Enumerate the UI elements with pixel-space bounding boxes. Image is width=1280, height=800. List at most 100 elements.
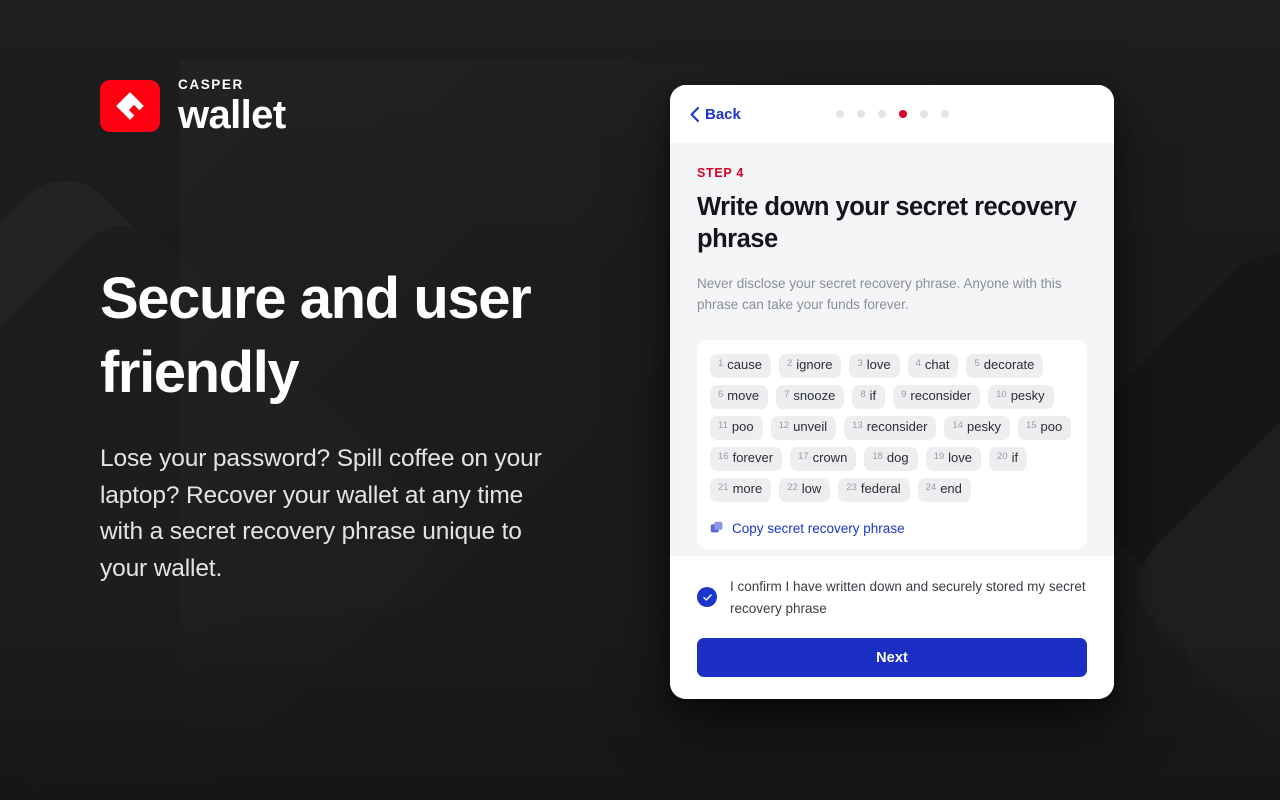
recovery-word-text: chat <box>924 356 950 372</box>
recovery-word-chip: 12 unveil <box>770 415 837 440</box>
recovery-phrase-box: 1 cause 2 ignore 3 love 4 chat 5 decorate 6 move 7 sn… <box>697 339 1087 549</box>
recovery-word-index: 4 <box>915 357 921 369</box>
recovery-word-index: 22 <box>787 481 798 493</box>
confirm-row: I confirm I have written down and secure… <box>697 574 1087 619</box>
copy-icon <box>710 521 723 533</box>
recovery-word-index: 6 <box>718 388 724 400</box>
recovery-word-index: 16 <box>718 450 729 462</box>
card-body: STEP 4 Write down your secret recovery p… <box>670 143 1114 557</box>
onboarding-card: Back STEP 4 Write down your secret recov… <box>670 85 1114 699</box>
recovery-word-index: 3 <box>857 357 863 369</box>
recovery-word-text: crown <box>812 449 848 465</box>
brand-text: CASPER wallet <box>178 78 286 135</box>
recovery-word-chip: 23 federal <box>838 477 910 502</box>
back-button-label: Back <box>705 105 741 123</box>
recovery-word-index: 7 <box>784 388 790 400</box>
recovery-word-chip: 15 poo <box>1017 415 1072 440</box>
recovery-word-chip: 9 reconsider <box>893 384 981 409</box>
confirm-checkbox[interactable] <box>697 587 717 608</box>
recovery-word-chip: 14 pesky <box>944 415 1010 440</box>
recovery-word-index: 21 <box>718 481 729 493</box>
recovery-word-chip: 16 forever <box>710 446 783 471</box>
recovery-word-index: 24 <box>925 481 937 493</box>
recovery-word-text: more <box>732 480 763 496</box>
recovery-word-chip: 8 if <box>852 384 886 409</box>
recovery-word-chip: 11 poo <box>710 415 763 440</box>
card-header: Back <box>670 85 1114 143</box>
recovery-word-index: 2 <box>787 357 793 369</box>
recovery-word-index: 23 <box>846 481 857 493</box>
recovery-word-text: love <box>866 356 891 372</box>
brand-lockup: CASPER wallet <box>100 78 620 135</box>
step-dot-1 <box>835 110 844 118</box>
recovery-word-text: dog <box>886 449 909 465</box>
recovery-word-index: 17 <box>798 450 809 462</box>
recovery-word-index: 1 <box>718 357 724 369</box>
recovery-word-text: reconsider <box>910 387 972 403</box>
recovery-word-chip: 5 decorate <box>966 353 1044 378</box>
recovery-word-chip: 6 move <box>710 384 769 409</box>
next-button[interactable]: Next <box>697 638 1087 677</box>
hero-body-text: Lose your password? Spill coffee on your… <box>100 444 542 583</box>
recovery-word-chip: 10 pesky <box>988 384 1054 409</box>
recovery-word-index: 9 <box>901 388 907 400</box>
copy-phrase-button[interactable]: Copy secret recovery phrase <box>710 521 905 539</box>
card-footer: I confirm I have written down and secure… <box>670 556 1114 699</box>
recovery-word-text: end <box>940 480 962 496</box>
recovery-word-chip: 3 love <box>849 353 900 378</box>
recovery-word-index: 20 <box>997 450 1008 462</box>
recovery-word-text: snooze <box>793 387 836 403</box>
marketing-panel: CASPER wallet Secure and user friendly L… <box>100 78 620 588</box>
recovery-word-text: ignore <box>796 356 833 372</box>
recovery-word-chip: 4 chat <box>907 353 959 378</box>
confirm-label: I confirm I have written down and secure… <box>730 579 1086 616</box>
step-dot-5 <box>919 110 928 118</box>
page-description: Never disclose your secret recovery phra… <box>697 275 1062 312</box>
recovery-word-chip: 17 crown <box>790 446 857 471</box>
recovery-word-index: 14 <box>952 419 963 431</box>
recovery-phrase-word-list: 1 cause 2 ignore 3 love 4 chat 5 decorate 6 move 7 sn… <box>710 353 1074 502</box>
recovery-word-chip: 20 if <box>989 446 1028 471</box>
step-dot-4 <box>898 110 907 118</box>
recovery-word-chip: 1 cause <box>710 353 771 378</box>
recovery-word-chip: 19 love <box>925 446 982 471</box>
recovery-word-index: 12 <box>778 419 790 431</box>
recovery-word-text: decorate <box>983 356 1035 372</box>
recovery-word-index: 10 <box>996 388 1007 400</box>
recovery-word-chip: 22 low <box>779 477 831 502</box>
step-label: STEP 4 <box>697 166 745 180</box>
checkmark-icon <box>702 594 712 601</box>
recovery-word-index: 5 <box>974 357 980 369</box>
step-dot-2 <box>856 110 865 118</box>
recovery-word-index: 19 <box>933 450 945 462</box>
brand-eyebrow: CASPER <box>178 77 244 92</box>
recovery-word-text: reconsider <box>866 418 928 434</box>
recovery-word-text: cause <box>727 356 762 372</box>
recovery-word-text: if <box>1011 449 1019 465</box>
back-button[interactable]: Back <box>690 106 741 123</box>
recovery-word-text: pesky <box>966 418 1001 434</box>
recovery-word-text: forever <box>732 449 774 465</box>
recovery-word-text: move <box>727 387 760 403</box>
chevron-left-icon <box>690 106 699 122</box>
recovery-word-text: love <box>948 449 973 465</box>
brand-name: wallet <box>178 92 286 137</box>
step-dot-6 <box>940 110 949 118</box>
hero-headline: Secure and user friendly <box>100 265 532 405</box>
page-title: Write down your secret recovery phrase <box>697 193 1077 253</box>
recovery-word-chip: 21 more <box>710 477 772 502</box>
recovery-word-index: 18 <box>872 450 883 462</box>
recovery-word-text: poo <box>731 418 754 434</box>
recovery-word-index: 13 <box>852 419 863 431</box>
recovery-word-index: 15 <box>1025 419 1037 431</box>
recovery-word-chip: 18 dog <box>864 446 918 471</box>
recovery-word-text: federal <box>860 480 901 496</box>
recovery-word-text: poo <box>1040 418 1063 434</box>
recovery-word-chip: 2 ignore <box>779 353 842 378</box>
recovery-word-index: 8 <box>860 388 866 400</box>
copy-phrase-label: Copy secret recovery phrase <box>732 520 905 536</box>
step-dot-3 <box>877 110 886 118</box>
casper-c-logo-icon <box>100 80 160 133</box>
recovery-word-chip: 24 end <box>917 477 971 502</box>
recovery-word-text: pesky <box>1010 387 1045 403</box>
